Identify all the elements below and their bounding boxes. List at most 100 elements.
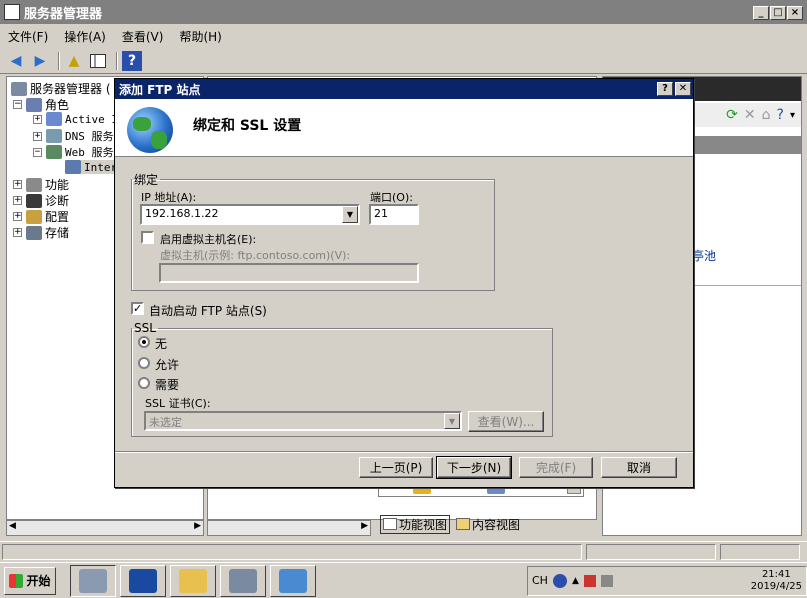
expand-icon[interactable]: + bbox=[33, 131, 42, 141]
expand-icon[interactable]: + bbox=[33, 114, 42, 124]
ssl-allow-radio[interactable] bbox=[138, 357, 150, 369]
back-arrow-icon[interactable]: ◀ bbox=[6, 51, 26, 71]
tray-expand-icon[interactable]: ▲ bbox=[572, 576, 579, 586]
dialog-help-button[interactable]: ? bbox=[657, 82, 673, 96]
dialog-heading: 绑定和 SSL 设置 bbox=[193, 118, 302, 134]
web-server-icon bbox=[46, 145, 62, 159]
tree-item-web-server[interactable]: − Web 服务 bbox=[33, 144, 114, 160]
virtual-host-field[interactable] bbox=[159, 263, 419, 283]
input-language[interactable]: CH bbox=[532, 574, 548, 587]
tree-item-storage[interactable]: + 存储 bbox=[13, 224, 69, 241]
enable-virtual-host-label: 启用虚拟主机名(E): bbox=[160, 233, 257, 246]
ssl-none-radio[interactable] bbox=[138, 336, 150, 348]
clock[interactable]: 21:41 2019/4/25 bbox=[751, 569, 802, 593]
home-icon[interactable]: ⌂ bbox=[762, 107, 771, 123]
menu-file[interactable]: 文件(F) bbox=[8, 28, 48, 45]
status-bar bbox=[0, 541, 807, 561]
chevron-down-icon[interactable]: ▼ bbox=[444, 413, 460, 429]
tree-item-diagnostics[interactable]: + 诊断 bbox=[13, 192, 69, 209]
scroll-right-icon[interactable]: ▶ bbox=[194, 521, 201, 531]
view-certificate-button[interactable]: 查看(W)... bbox=[468, 411, 544, 432]
start-button[interactable]: 开始 bbox=[4, 566, 56, 595]
chevron-down-icon[interactable]: ▾ bbox=[790, 110, 795, 121]
chevron-down-icon[interactable]: ▼ bbox=[342, 206, 358, 223]
speaker-icon[interactable] bbox=[600, 574, 613, 587]
help-icon[interactable]: ? bbox=[777, 107, 784, 123]
server-icon bbox=[11, 81, 27, 96]
help-icon[interactable]: ? bbox=[122, 50, 142, 71]
main-window-title-bar[interactable]: 服务器管理器 bbox=[0, 0, 807, 24]
menu-action[interactable]: 操作(A) bbox=[64, 28, 106, 45]
powershell-icon bbox=[129, 568, 157, 593]
network-warning-icon[interactable] bbox=[583, 574, 596, 587]
system-tray: CH ▲ 21:41 2019/4/25 bbox=[527, 565, 807, 596]
ssl-none-label: 无 bbox=[155, 337, 168, 351]
show-hide-tree-icon[interactable] bbox=[88, 51, 108, 71]
up-folder-icon[interactable]: ▲ bbox=[64, 51, 84, 71]
taskbar-network[interactable] bbox=[220, 564, 266, 597]
ime-icon[interactable] bbox=[552, 573, 567, 588]
tree-item-iis[interactable]: Inter bbox=[65, 160, 118, 174]
refresh-icon[interactable]: ⟳ bbox=[726, 107, 738, 123]
dialog-separator bbox=[115, 451, 693, 453]
ssl-legend: SSL bbox=[134, 321, 156, 335]
application-pools-link[interactable]: 亭池 bbox=[692, 247, 716, 264]
tree-item-dns[interactable]: + DNS 服务 bbox=[33, 128, 114, 144]
tree-item-features[interactable]: + 功能 bbox=[13, 176, 69, 193]
taskbar-control-panel[interactable] bbox=[270, 564, 316, 597]
taskbar-explorer[interactable] bbox=[170, 564, 216, 597]
maximize-button[interactable]: □ bbox=[770, 6, 786, 20]
finish-button[interactable]: 完成(F) bbox=[519, 457, 593, 478]
forward-arrow-icon[interactable]: ▶ bbox=[30, 51, 50, 71]
status-panel bbox=[2, 544, 582, 560]
scroll-left-icon[interactable]: ◀ bbox=[9, 521, 16, 531]
dialog-title-bar[interactable]: 添加 FTP 站点 bbox=[115, 79, 693, 99]
tree-item-configuration[interactable]: + 配置 bbox=[13, 208, 69, 225]
tree-item-server-manager[interactable]: 服务器管理器 ( bbox=[11, 80, 111, 97]
tab-content-view[interactable]: 内容视图 bbox=[454, 516, 522, 533]
storage-icon bbox=[26, 225, 42, 240]
expand-icon[interactable]: + bbox=[13, 196, 22, 205]
taskbar-powershell[interactable] bbox=[120, 564, 166, 597]
scroll-right-icon[interactable]: ▶ bbox=[361, 521, 368, 531]
expand-icon[interactable]: + bbox=[13, 180, 22, 189]
server-manager-icon bbox=[79, 568, 107, 593]
content-view-icon bbox=[456, 518, 471, 530]
ssl-require-radio[interactable] bbox=[138, 377, 150, 389]
ssl-allow-label: 允许 bbox=[155, 358, 180, 372]
previous-button[interactable]: 上一页(P) bbox=[359, 457, 433, 478]
taskbar-server-manager[interactable] bbox=[70, 564, 116, 597]
autostart-checkbox[interactable]: ✓ bbox=[131, 302, 144, 315]
port-field[interactable]: 21 bbox=[369, 204, 419, 225]
tree-item-active-directory[interactable]: + Active I bbox=[33, 112, 118, 126]
tab-features-view[interactable]: 功能视图 bbox=[380, 514, 451, 534]
collapse-icon[interactable]: − bbox=[33, 147, 42, 157]
dialog-close-button[interactable]: ✕ bbox=[675, 82, 691, 96]
configuration-icon bbox=[26, 209, 42, 224]
server-manager-icon bbox=[4, 4, 20, 20]
toolbar-separator bbox=[58, 51, 60, 70]
tree-item-roles[interactable]: − 角色 bbox=[13, 96, 69, 113]
windows-logo-icon bbox=[9, 573, 24, 588]
cancel-button[interactable]: 取消 bbox=[601, 457, 677, 478]
center-horizontal-scrollbar[interactable]: ▶ bbox=[207, 520, 371, 536]
next-button[interactable]: 下一步(N) bbox=[436, 456, 512, 479]
menu-view[interactable]: 查看(V) bbox=[122, 28, 164, 45]
tree-horizontal-scrollbar[interactable]: ◀ ▶ bbox=[6, 520, 204, 536]
add-ftp-site-dialog: 添加 FTP 站点 ? ✕ 绑定和 SSL 设置 绑定 IP 地址(A): 19… bbox=[114, 78, 694, 488]
toolbar-separator bbox=[116, 51, 118, 70]
autostart-label: 自动启动 FTP 站点(S) bbox=[149, 304, 267, 318]
delete-icon[interactable]: ✕ bbox=[744, 107, 756, 123]
menu-help[interactable]: 帮助(H) bbox=[179, 28, 221, 45]
collapse-icon[interactable]: − bbox=[13, 100, 22, 109]
ip-address-field[interactable]: 192.168.1.22 bbox=[140, 204, 360, 225]
expand-icon[interactable]: + bbox=[13, 212, 22, 221]
ip-address-label: IP 地址(A): bbox=[141, 191, 197, 204]
enable-virtual-host-checkbox[interactable] bbox=[141, 231, 154, 244]
ssl-certificate-select[interactable]: 未选定 bbox=[144, 411, 462, 431]
dialog-title: 添加 FTP 站点 bbox=[119, 82, 201, 97]
minimize-button[interactable]: _ bbox=[753, 6, 769, 20]
close-button[interactable]: × bbox=[787, 6, 803, 20]
expand-icon[interactable]: + bbox=[13, 228, 22, 237]
features-view-icon bbox=[383, 518, 397, 530]
